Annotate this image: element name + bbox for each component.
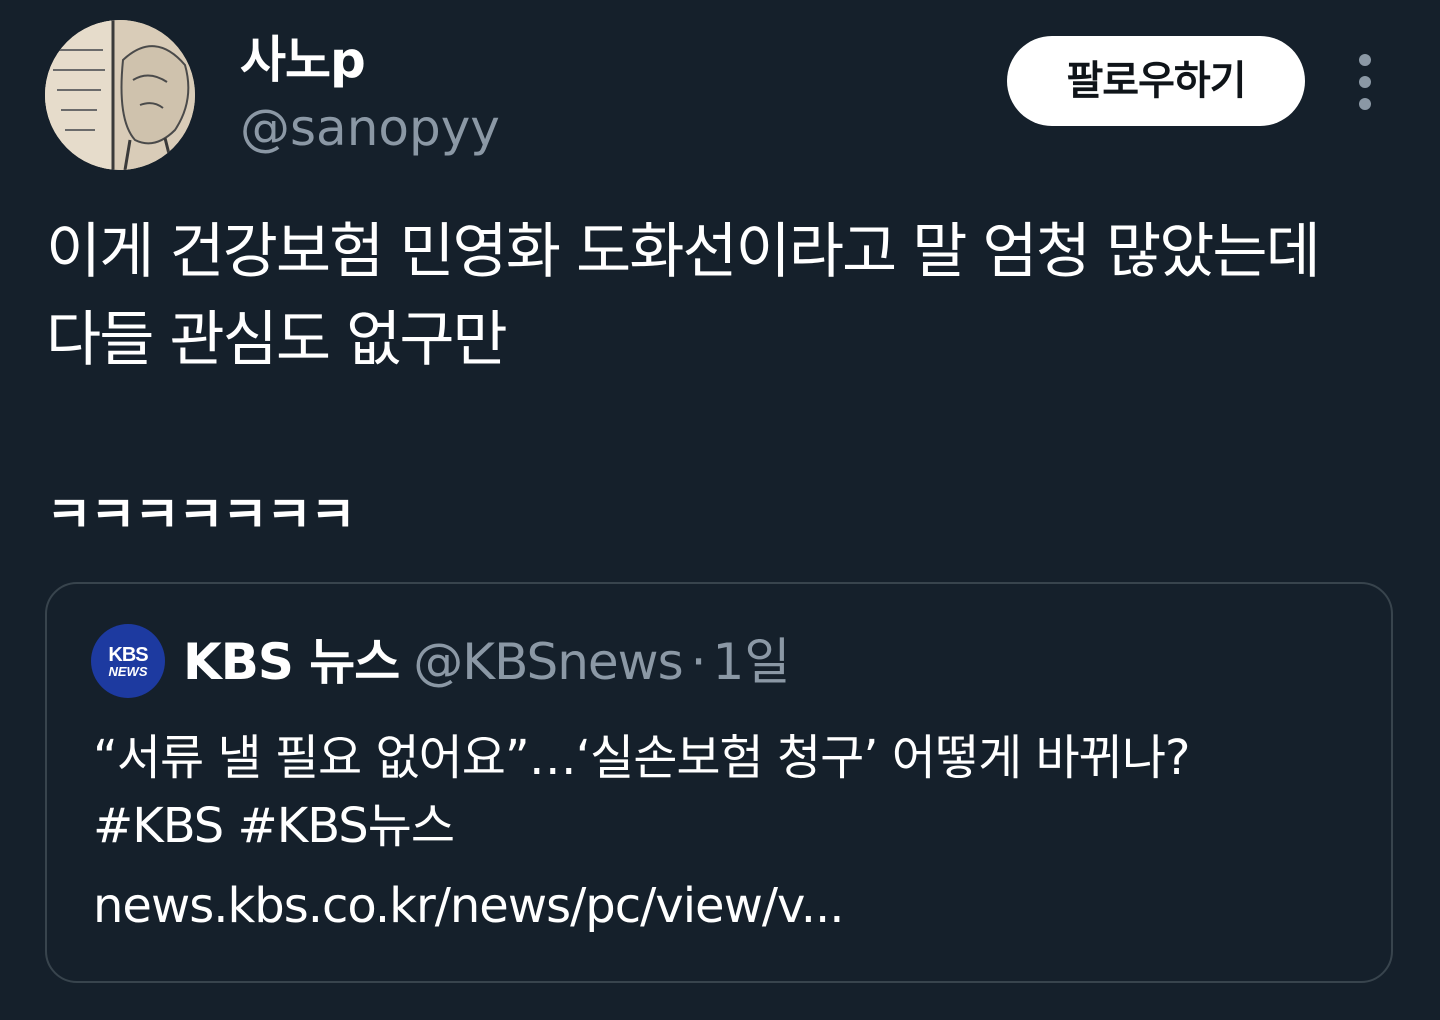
quoted-tweet-link[interactable]: news.kbs.co.kr/news/pc/view/v...	[93, 872, 844, 940]
header-separator: ·	[690, 633, 707, 691]
quoted-author-handle[interactable]: @KBSnews	[413, 633, 683, 691]
author-display-name[interactable]: 사노p	[240, 30, 366, 90]
tweet-text: 이게 건강보험 민영화 도화선이라고 말 엄청 많았는데 다들 관심도 없구만	[46, 217, 1321, 375]
quoted-tweet-timestamp[interactable]: 1일	[713, 633, 791, 691]
follow-button[interactable]: 팔로우하기	[1007, 36, 1305, 126]
author-handle[interactable]: @sanopyy	[240, 98, 500, 158]
quoted-tweet-text: “서류 낼 필요 없어요”…‘실손보험 청구’ 어떻게 바뀌나? #KBS #K…	[93, 730, 1190, 854]
quoted-author-avatar[interactable]: KBS NEWS	[91, 624, 165, 698]
quoted-author-display-name[interactable]: KBS 뉴스	[183, 633, 400, 691]
avatar-image	[45, 20, 195, 170]
quoted-tweet-card[interactable]: KBS NEWS KBS 뉴스 @KBSnews · 1일 “서류 낼 필요 없어요”…	[45, 582, 1393, 983]
more-options-icon[interactable]	[1342, 50, 1388, 114]
kbs-logo-subtext: NEWS	[108, 663, 148, 679]
tweet-text-extra: ㅋㅋㅋㅋㅋㅋㅋ	[46, 486, 356, 544]
author-avatar[interactable]	[45, 20, 195, 170]
quoted-tweet-header: KBS 뉴스 @KBSnews · 1일	[183, 630, 790, 694]
kbs-logo-text: KBS	[108, 643, 148, 666]
